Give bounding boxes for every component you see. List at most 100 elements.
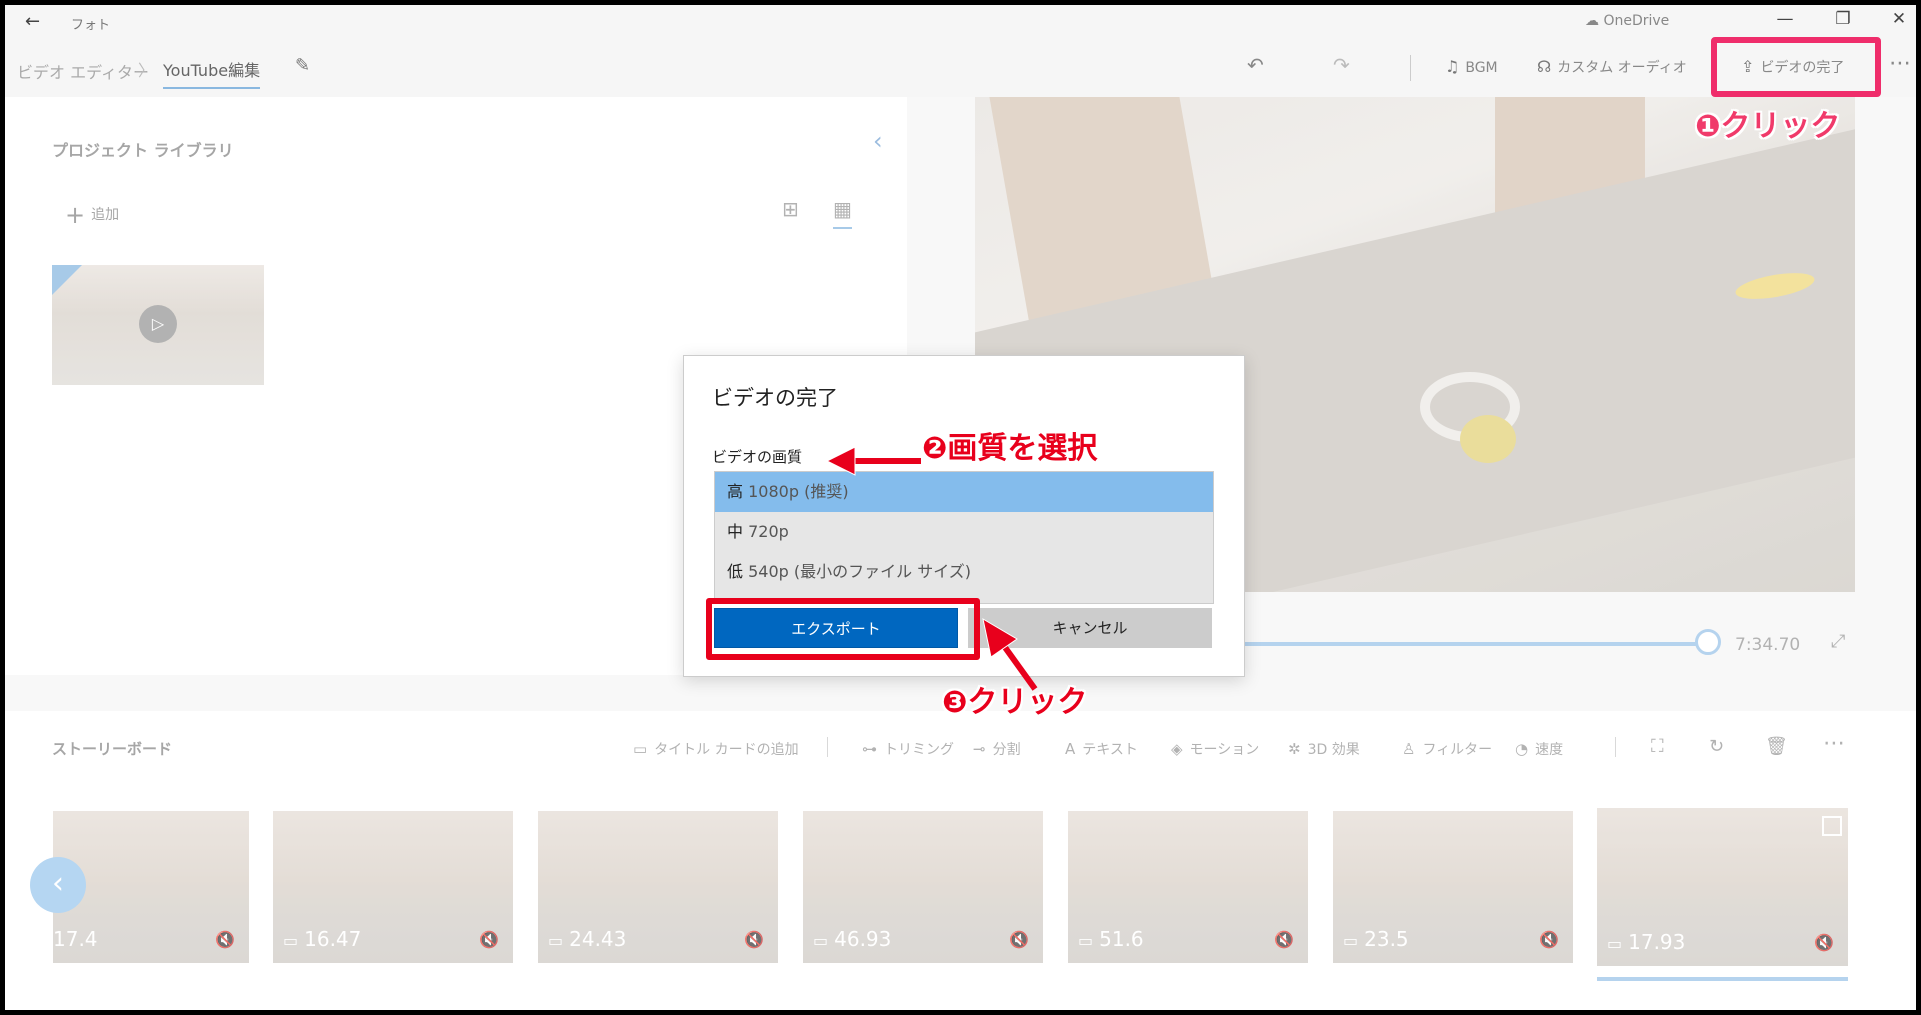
quality-detail: 1080p (推奨) [748,482,849,501]
storyboard-clip-selected[interactable]: ▭ 17.93 🔇 [1597,808,1848,966]
muted-speaker-icon[interactable]: 🔇 [1539,930,1559,949]
clip-duration: 23.5 [1364,927,1409,951]
quality-label: ビデオの画質 [712,448,803,466]
trim-icon: ⊶ [862,740,877,758]
tools-divider [1615,737,1616,757]
music-note-icon: ♫ [1445,57,1460,76]
arrow-head [982,617,1018,658]
resize-icon[interactable]: ⛶ [1651,736,1664,757]
back-arrow-icon[interactable]: ← [25,11,40,32]
project-title: YouTube編集 [163,57,261,89]
motion-button[interactable]: ◈ モーション [1171,739,1259,759]
rename-pencil-icon[interactable]: ✎ [295,55,310,76]
speed-gauge-icon: ◔ [1515,740,1529,758]
fullscreen-expand-icon[interactable]: ⤢ [1831,631,1845,652]
split-icon: ⊸ [973,740,986,758]
collapse-chevron-icon[interactable]: ‹ [873,127,883,155]
small-grid-view-icon[interactable]: ▦ [833,197,852,229]
annotation-arrow-step3 [982,617,1038,691]
undo-button[interactable]: ↶ [1247,53,1264,77]
muted-speaker-icon[interactable]: 🔇 [215,930,235,949]
onedrive-status[interactable]: ☁ OneDrive [1585,13,1669,29]
video-clip-icon: ▭ [813,931,829,950]
storyboard-clip[interactable]: ▭ 46.93 🔇 [803,811,1043,963]
clip-duration: 24.43 [569,927,627,951]
clip-duration: 16.47 [304,927,362,951]
minimize-button[interactable]: — [1765,9,1805,29]
3d-effects-icon: ✲ [1288,740,1301,758]
clip-duration: 46.93 [834,927,892,951]
clip-duration-container: ▭ 51.6 [1078,927,1144,951]
breadcrumb-separator-icon: 〉 [138,61,155,80]
annotation-step2: ❷画質を選択 [922,431,1098,466]
quality-option-low[interactable]: 低 540p (最小のファイル サイズ) [715,552,1213,592]
trim-button[interactable]: ⊶ トリミング [862,739,954,759]
playback-time: 7:34.70 [1735,635,1801,655]
video-clip-icon: ▭ [1607,934,1623,953]
storyboard-clip[interactable]: ▭ 16.47 🔇 [273,811,513,963]
delete-trash-icon[interactable]: 🗑 [1765,736,1788,757]
clip-duration-container: ▭ 24.43 [548,927,626,951]
speed-button[interactable]: ◔ 速度 [1515,739,1563,759]
muted-speaker-icon[interactable]: 🔇 [744,930,764,949]
dialog-title: ビデオの完了 [712,386,838,410]
speed-label: 速度 [1535,742,1564,758]
quality-level: 中 [727,522,744,541]
scroll-left-button[interactable]: ‹ [30,857,86,913]
text-icon: A [1065,740,1076,758]
breadcrumb-video-editor[interactable]: ビデオ エディター [17,59,149,83]
filter-button[interactable]: ♙ フィルター [1402,739,1492,759]
toolbar-divider [1410,55,1411,81]
library-title: プロジェクト ライブラリ [52,141,234,160]
storyboard-more-icon[interactable]: ⋯ [1823,731,1845,756]
muted-speaker-icon[interactable]: 🔇 [1274,930,1294,949]
tools-divider [827,737,828,757]
custom-audio-button[interactable]: ☊ カスタム オーディオ [1537,57,1687,77]
bgm-button[interactable]: ♫ BGM [1445,57,1498,76]
clip-select-checkbox[interactable] [1822,816,1842,836]
muted-speaker-icon[interactable]: 🔇 [1814,933,1834,952]
add-label: 追加 [91,207,120,223]
muted-speaker-icon[interactable]: 🔇 [479,930,499,949]
motion-label: モーション [1189,742,1260,758]
clip-duration: 17.93 [1628,930,1686,954]
filter-label: フィルター [1422,742,1493,758]
storyboard-clip[interactable]: ▭ 51.6 🔇 [1068,811,1308,963]
onedrive-label: OneDrive [1603,13,1670,29]
quality-list[interactable]: 高 1080p (推奨) 中 720p 低 540p (最小のファイル サイズ) [714,471,1214,604]
restore-button[interactable]: ❐ [1823,9,1863,29]
storyboard-clip[interactable]: ▭ 23.5 🔇 [1333,811,1573,963]
plus-icon: + [65,201,86,229]
redo-button[interactable]: ↷ [1333,53,1350,77]
clip-duration-container: ▭ 46.93 [813,927,891,951]
annotation-step1: ❶クリック [1695,109,1841,144]
quality-level: 高 [727,482,744,501]
library-video-thumbnail[interactable]: ▷ [52,265,264,385]
quality-option-high[interactable]: 高 1080p (推奨) [715,472,1213,512]
selected-clip-indicator [1597,977,1848,981]
playback-progress-bar[interactable] [1245,642,1707,646]
split-button[interactable]: ⊸ 分割 [973,739,1021,759]
photos-app-window: ← フォト ☁ OneDrive — ❐ ✕ ビデオ エディター 〉 YouTu… [5,5,1916,1010]
arrow-head [825,446,856,476]
add-title-card-button[interactable]: ▭ タイトル カードの追加 [633,739,799,759]
large-grid-view-icon[interactable]: ⊞ [782,197,799,221]
play-icon[interactable]: ▷ [139,305,177,343]
command-bar: ビデオ エディター 〉 YouTube編集 ✎ ↶ ↷ ♫ BGM ☊ カスタム オ… [5,41,1916,97]
close-button[interactable]: ✕ [1879,9,1916,29]
clip-duration: 51.6 [1099,927,1144,951]
add-media-button[interactable]: + 追加 [65,201,119,229]
more-options-icon[interactable]: ⋯ [1889,51,1911,76]
rotate-icon[interactable]: ↻ [1709,736,1724,757]
bgm-label: BGM [1465,60,1498,76]
title-bar: ← フォト ☁ OneDrive — ❐ ✕ [5,5,1916,41]
storyboard-clip[interactable]: ▭ 24.43 🔇 [538,811,778,963]
muted-speaker-icon[interactable]: 🔇 [1009,930,1029,949]
title-card-icon: ▭ [633,740,648,758]
motion-icon: ◈ [1171,740,1183,758]
quality-detail: 540p (最小のファイル サイズ) [748,562,971,581]
playback-scrubber-handle[interactable] [1695,629,1721,655]
quality-option-medium[interactable]: 中 720p [715,512,1213,552]
3d-effects-button[interactable]: ✲ 3D 効果 [1288,739,1360,759]
text-button[interactable]: A テキスト [1065,739,1138,759]
